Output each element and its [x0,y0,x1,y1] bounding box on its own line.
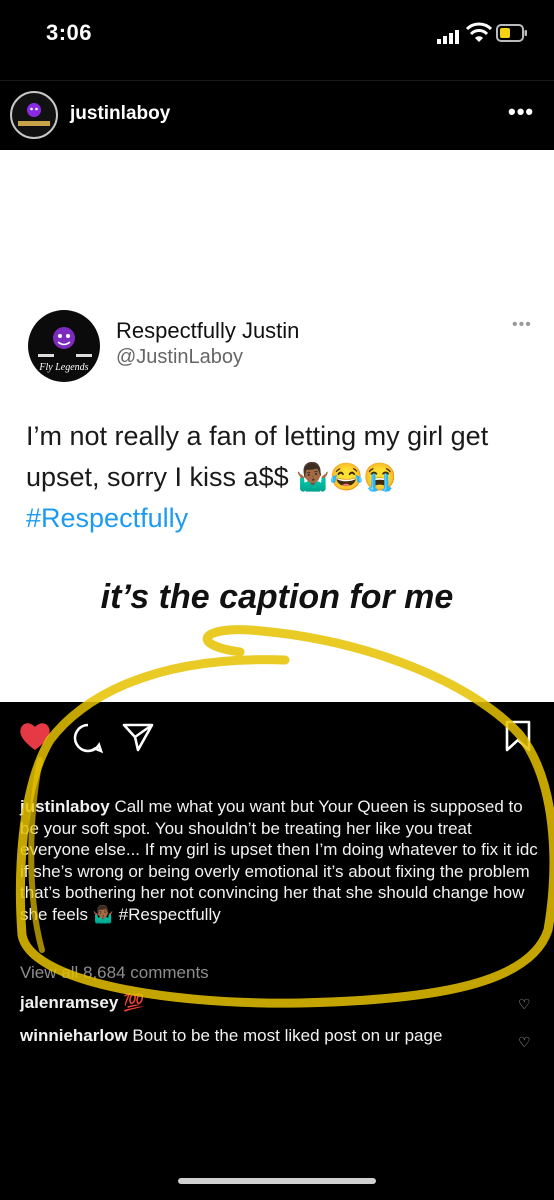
avatar-text: Fly Legends [38,362,88,373]
like-heart-icon[interactable] [18,720,52,752]
comment-username[interactable]: winnieharlow [20,1026,128,1045]
wifi-icon [466,22,492,42]
tweet-line-1: I’m not really a fan of letting my girl … [26,421,489,451]
comment-text: Bout to be the most liked post on ur pag… [132,1026,443,1045]
more-options-icon[interactable]: ••• [508,99,534,125]
comment-text: 💯 [123,993,145,1012]
post-header: justinlaboy ••• [0,80,554,149]
profile-avatar[interactable] [10,91,58,139]
comment-item: winnieharlow Bout to be the most liked p… [20,1026,442,1046]
tweet-avatar: Fly Legends [28,310,100,382]
home-indicator[interactable] [178,1178,376,1184]
view-all-comments-link[interactable]: View all 8,684 comments [20,963,209,983]
comment-icon[interactable] [72,722,104,754]
tweet-line-2: upset, sorry I kiss a$$ 🤷🏾‍♂️😂😭 [26,462,397,492]
share-send-icon[interactable] [122,722,154,752]
overlay-caption: it’s the caption for me [100,578,454,616]
battery-icon [496,24,527,42]
comment-like-icon[interactable]: ♡ [518,1034,531,1051]
action-bar [0,710,554,760]
caption-username[interactable]: justinlaboy [20,797,110,816]
tweet-more-icon: ••• [512,316,532,333]
tweet-handle: @JustinLaboy [116,346,244,368]
avatar-logo-icon [18,103,50,126]
tweet-hashtag: #Respectfully [26,503,189,533]
status-bar: 3:06 [0,0,554,70]
post-image[interactable]: Fly Legends Respectfully Justin @JustinL… [0,150,554,702]
post-username[interactable]: justinlaboy [70,103,170,125]
bookmark-icon[interactable] [504,720,532,752]
status-time: 3:06 [46,20,93,45]
cellular-signal-icon [437,30,459,44]
comment-username[interactable]: jalenramsey [20,993,118,1012]
tweet-display-name: Respectfully Justin [116,318,300,343]
comment-like-icon[interactable]: ♡ [518,996,531,1013]
post-caption: justinlaboy Call me what you want but Yo… [20,796,540,926]
caption-hashtag: 🤷🏾‍♂️ #Respectfully [92,904,221,924]
tweet-text: I’m not really a fan of letting my girl … [26,416,536,539]
comment-item: jalenramsey 💯 [20,993,144,1013]
fly-legends-logo-icon: Fly Legends [38,327,92,373]
